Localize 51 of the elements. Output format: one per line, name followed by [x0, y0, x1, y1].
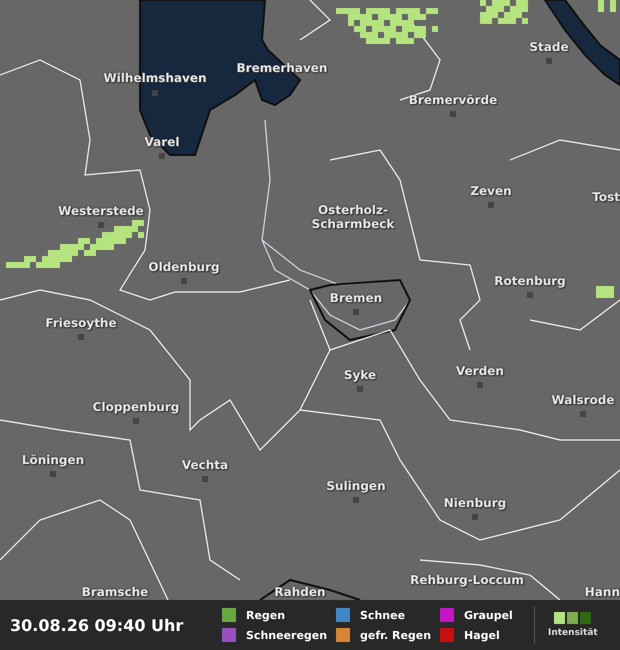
legend-label: Regen: [246, 608, 286, 622]
city-label: Löningen: [22, 453, 84, 467]
city-marker-icon: [353, 309, 359, 315]
city-label: Tost: [592, 190, 620, 204]
city-label: Zeven: [470, 184, 512, 198]
city-label: Varel: [144, 135, 180, 149]
city-marker-icon: [488, 202, 494, 208]
city-label: Osterholz-Scharmbeck: [310, 203, 396, 231]
city-label: Westerstede: [58, 204, 144, 218]
city-label: Nienburg: [444, 496, 506, 510]
city-marker-icon: [78, 334, 84, 340]
city-label: Rotenburg: [494, 274, 566, 288]
city-label: Walsrode: [551, 393, 615, 407]
city-marker-icon: [477, 382, 483, 388]
city-label: Friesoythe: [45, 316, 117, 330]
city-label: Rahden: [274, 585, 326, 599]
timestamp: 30.08.26 09:40 Uhr: [10, 616, 184, 634]
city-marker-icon: [159, 153, 165, 159]
intensity-label: Intensität: [548, 628, 598, 638]
city-label: Sulingen: [326, 479, 386, 493]
city-label: Syke: [344, 368, 376, 382]
city-label: Bramsche: [82, 585, 148, 599]
city-label: Cloppenburg: [92, 400, 180, 414]
city-label: Stade: [529, 40, 569, 54]
city-label: Verden: [456, 364, 504, 378]
city-marker-icon: [472, 514, 478, 520]
city-marker-icon: [202, 476, 208, 482]
city-marker-icon: [133, 418, 139, 424]
city-label: Vechta: [182, 458, 228, 472]
city-marker-icon: [580, 411, 586, 417]
legend-label: Schnee: [360, 608, 406, 622]
city-label: Bremervörde: [408, 93, 498, 107]
city-marker-icon: [152, 90, 158, 96]
city-marker-icon: [98, 222, 104, 228]
city-marker-icon: [450, 111, 456, 117]
city-label: Bremerhaven: [236, 61, 328, 75]
city-marker-icon: [357, 386, 363, 392]
legend-label: Schneeregen: [246, 628, 328, 642]
city-marker-icon: [353, 497, 359, 503]
city-label: Hann: [584, 585, 620, 599]
city-marker-icon: [546, 58, 552, 64]
city-label: Wilhelmshaven: [103, 71, 207, 85]
city-marker-icon: [181, 278, 187, 284]
city-label: Oldenburg: [148, 260, 220, 274]
city-label: Bremen: [330, 291, 382, 305]
city-marker-icon: [50, 471, 56, 477]
legend-label: Graupel: [464, 608, 513, 622]
city-label: Rehburg-Loccum: [410, 573, 524, 587]
legend-label: Hagel: [464, 628, 500, 642]
city-marker-icon: [527, 292, 533, 298]
legend-label: gefr. Regen: [360, 628, 432, 642]
